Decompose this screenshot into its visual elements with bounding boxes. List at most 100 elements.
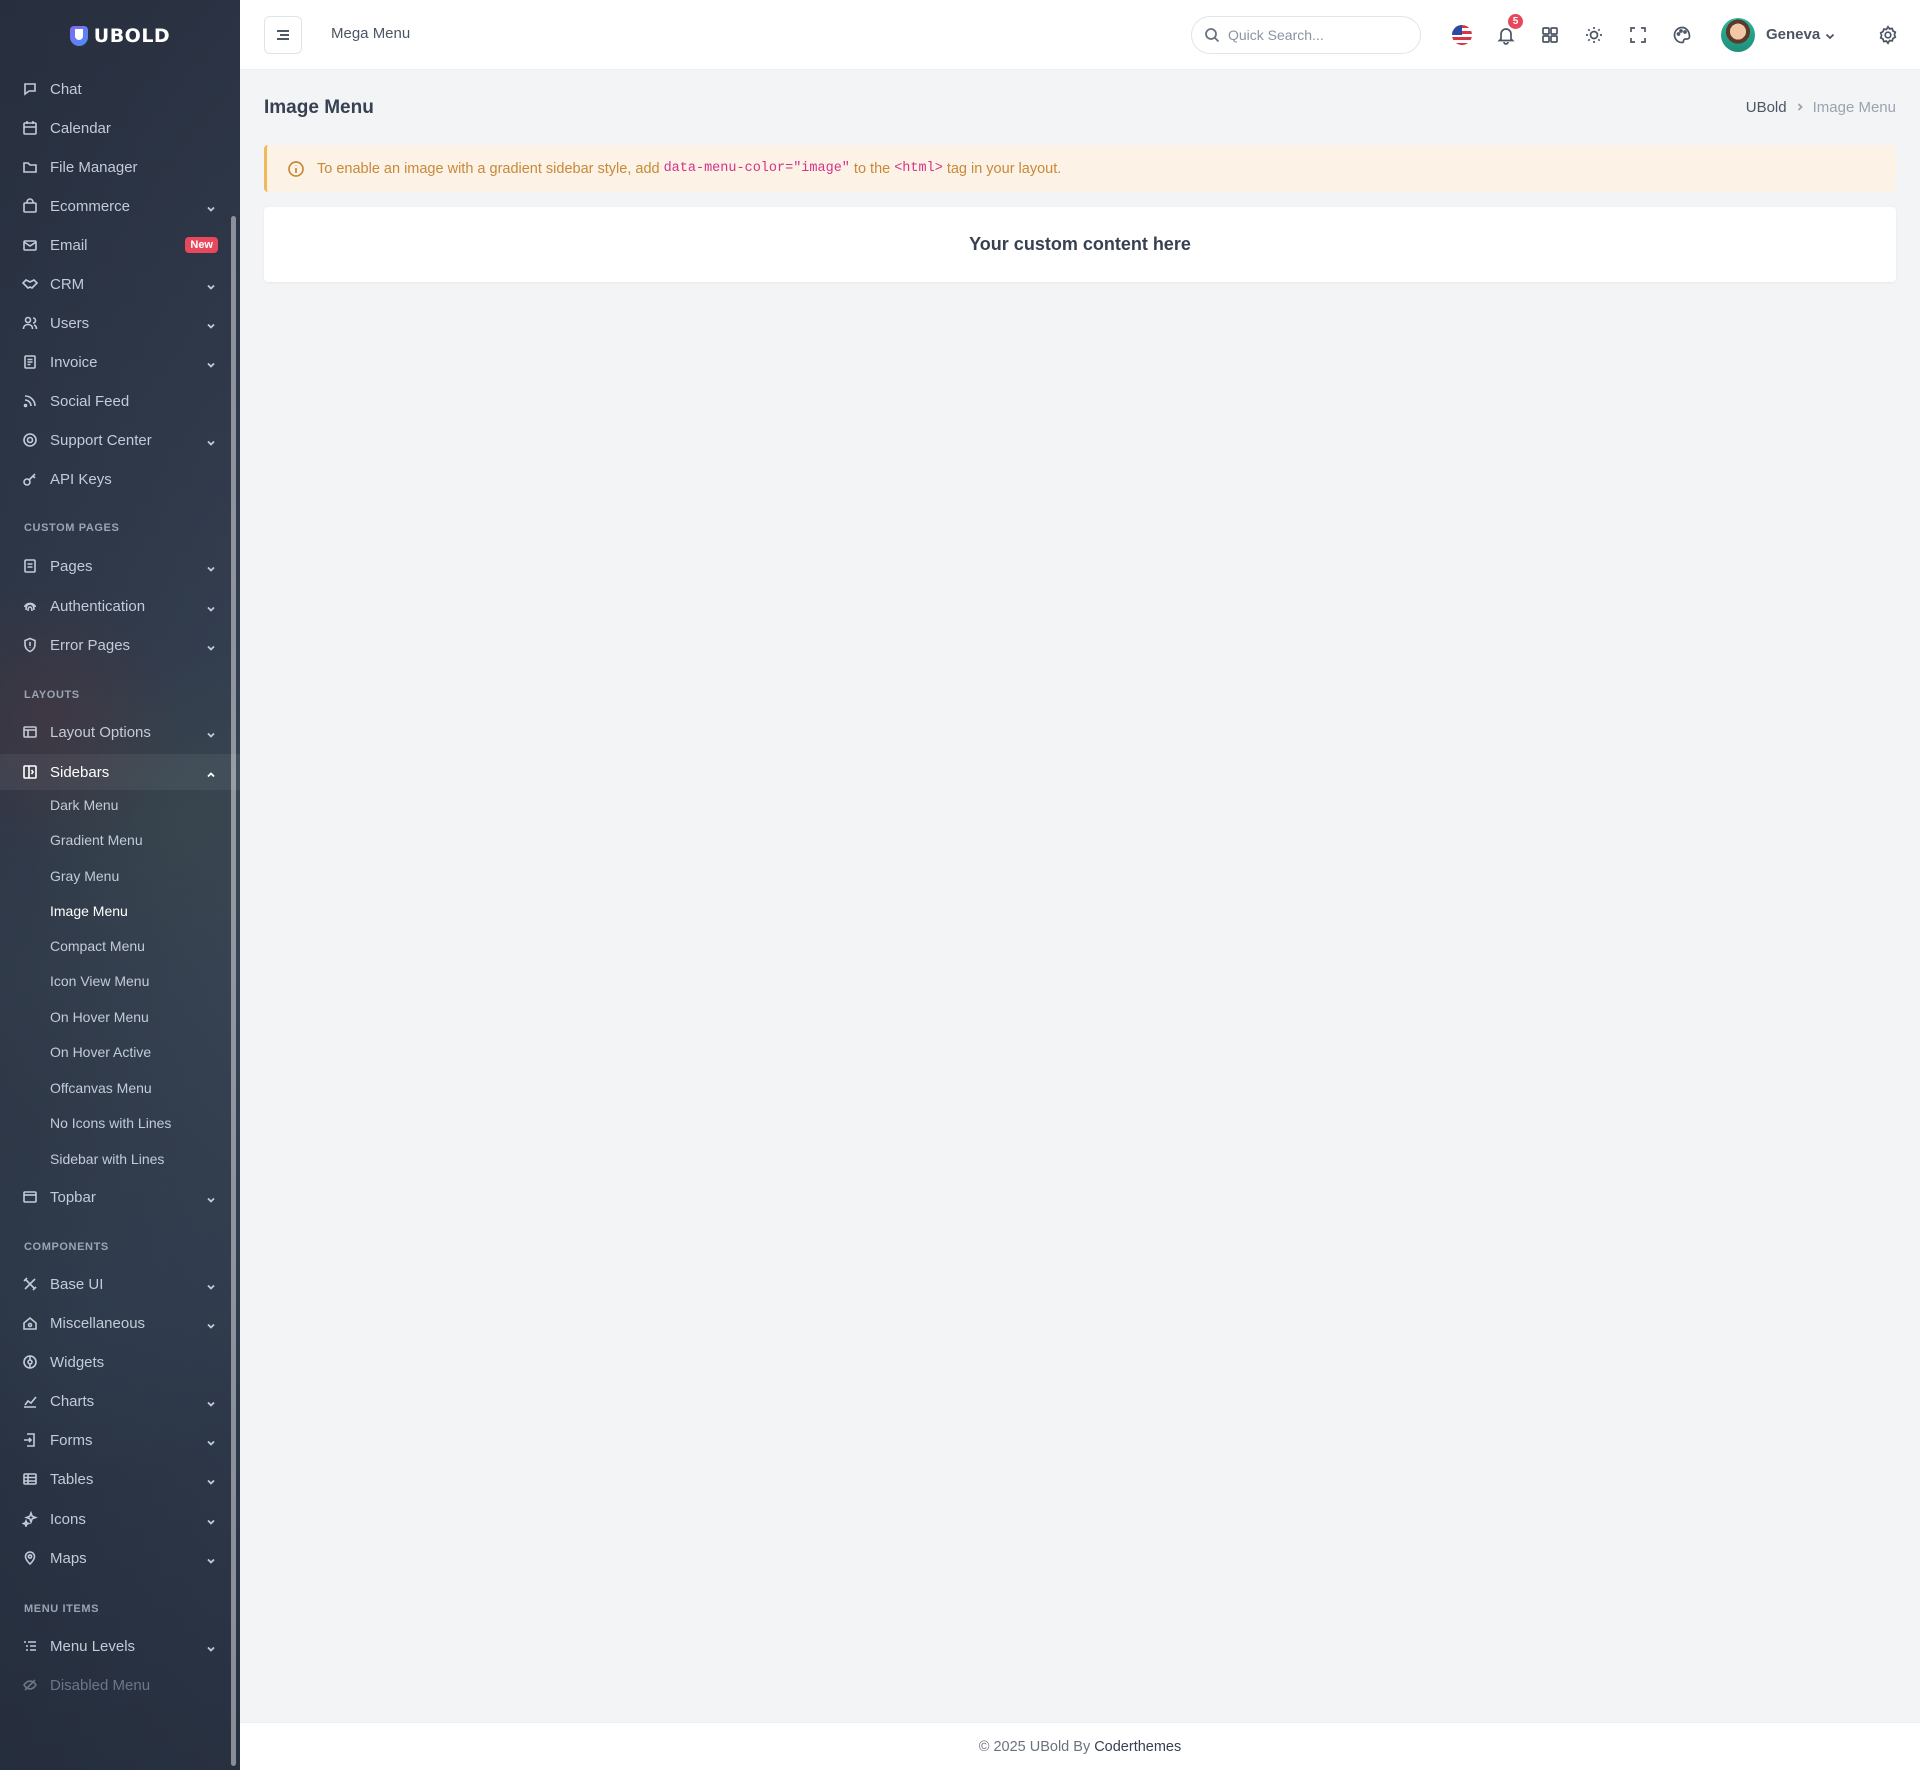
apps-button[interactable] <box>1538 23 1562 47</box>
fingerprint-icon <box>22 598 38 614</box>
sidebar-item-invoice[interactable]: Invoice <box>0 344 240 380</box>
section-title-components: COMPONENTS <box>24 1241 109 1253</box>
sidebar-subitem-on-hover-menu[interactable]: On Hover Menu <box>0 1000 240 1034</box>
notification-count-badge: 5 <box>1508 14 1523 29</box>
sidebar-item-label: Pages <box>50 557 93 575</box>
footer-copyright: © 2025 UBold By <box>978 1738 1091 1755</box>
us-flag-icon[interactable] <box>1452 25 1472 45</box>
mega-menu-link[interactable]: Mega Menu <box>331 25 410 42</box>
hamburger-icon <box>277 30 289 40</box>
sidebar-item-ecommerce[interactable]: Ecommerce <box>0 188 240 224</box>
logo-icon <box>69 26 88 46</box>
sidebar-item-label: CRM <box>50 275 85 293</box>
sidebar-item-label: Error Pages <box>50 636 131 654</box>
chevron-down-icon <box>206 1396 216 1407</box>
sidebar-item-layout-options[interactable]: Layout Options <box>0 714 240 750</box>
sidebar-item-error-pages[interactable]: Error Pages <box>0 627 240 663</box>
chevron-down-icon <box>206 561 216 572</box>
layout-icon <box>22 724 38 740</box>
sidebar-item-icons[interactable]: Icons <box>0 1501 240 1537</box>
sidebar-item-disabled-menu: Disabled Menu <box>0 1667 240 1703</box>
info-alert: To enable an image with a gradient sideb… <box>264 145 1896 192</box>
sidebar-subitem-gray-menu[interactable]: Gray Menu <box>0 859 240 893</box>
sidebar-item-pages[interactable]: Pages <box>0 548 240 584</box>
sidebar-subitem-no-icons-with-lines[interactable]: No Icons with Lines <box>0 1106 240 1140</box>
sidebar-item-label: Calendar <box>50 119 111 137</box>
sidebar-subitem-compact-menu[interactable]: Compact Menu <box>0 929 240 963</box>
alert-code-tag: <html> <box>894 161 943 176</box>
tools-icon <box>22 1276 38 1292</box>
search-input[interactable] <box>1228 27 1398 43</box>
sidebar-subitem-gradient-menu[interactable]: Gradient Menu <box>0 823 240 857</box>
breadcrumb: UBold Image Menu <box>1746 99 1896 116</box>
sidebar-scrollbar[interactable] <box>231 216 236 1766</box>
menu-toggle-button[interactable] <box>264 16 302 54</box>
info-circle-icon <box>288 160 304 177</box>
sidebar-item-charts[interactable]: Charts <box>0 1383 240 1419</box>
brand-logo[interactable]: UBOLD <box>0 22 240 50</box>
sidebar-item-sidebars[interactable]: Sidebars <box>0 754 240 790</box>
sidebar-subitem-dark-menu[interactable]: Dark Menu <box>0 788 240 822</box>
chevron-down-icon <box>206 435 216 446</box>
sidebar-subitem-on-hover-active[interactable]: On Hover Active <box>0 1035 240 1069</box>
sidebar-item-tables[interactable]: Tables <box>0 1461 240 1497</box>
chevron-down-icon <box>206 1279 216 1290</box>
sidebar-item-authentication[interactable]: Authentication <box>0 588 240 624</box>
chevron-down-icon[interactable] <box>1824 29 1836 41</box>
users-icon <box>22 315 38 331</box>
fullscreen-button[interactable] <box>1626 23 1650 47</box>
sidebar-item-label: Tables <box>50 1470 94 1488</box>
sidebar-item-label: Maps <box>50 1549 87 1567</box>
sun-icon <box>1586 27 1602 43</box>
home-icon <box>22 1315 38 1331</box>
sidebar-item-label: Icons <box>50 1510 86 1528</box>
section-title-custom-pages: CUSTOM PAGES <box>24 522 120 534</box>
rss-icon <box>22 393 38 409</box>
user-name[interactable]: Geneva <box>1766 26 1820 43</box>
invoice-icon <box>22 354 38 370</box>
theme-toggle-button[interactable] <box>1582 23 1606 47</box>
sidebar-item-support-center[interactable]: Support Center <box>0 422 240 458</box>
breadcrumb-root[interactable]: UBold <box>1746 99 1787 116</box>
alert-code-attr: data-menu-color="image" <box>663 161 850 176</box>
settings-button[interactable] <box>1876 23 1900 47</box>
quick-search[interactable] <box>1191 16 1421 54</box>
shield-icon <box>22 637 38 653</box>
sidebar-item-menu-levels[interactable]: Menu Levels <box>0 1628 240 1664</box>
sidebar-item-topbar[interactable]: Topbar <box>0 1179 240 1215</box>
sidebar-item-forms[interactable]: Forms <box>0 1422 240 1458</box>
sidebar-subitem-image-menu[interactable]: Image Menu <box>0 894 240 928</box>
sidebar-item-file-manager[interactable]: File Manager <box>0 149 240 185</box>
footer-brand-link[interactable]: Coderthemes <box>1094 1739 1181 1755</box>
sidebar-subitem-icon-view-menu[interactable]: Icon View Menu <box>0 964 240 998</box>
chevron-down-icon <box>206 1553 216 1564</box>
chevron-down-icon <box>206 201 216 212</box>
sidebar-item-miscellaneous[interactable]: Miscellaneous <box>0 1305 240 1341</box>
sidebar-item-base-ui[interactable]: Base UI <box>0 1266 240 1302</box>
palette-icon <box>1673 26 1691 44</box>
sidebar-subitem-sidebar-with-lines[interactable]: Sidebar with Lines <box>0 1142 240 1176</box>
avatar[interactable] <box>1721 18 1755 52</box>
alert-text-before: To enable an image with a gradient sideb… <box>317 160 660 177</box>
sidebar-item-widgets[interactable]: Widgets <box>0 1344 240 1380</box>
card-text: Your custom content here <box>969 234 1191 254</box>
handshake-icon <box>22 276 38 292</box>
sidebar-item-email[interactable]: Email New <box>0 227 240 263</box>
sidebar-item-label: Ecommerce <box>50 197 131 215</box>
sidebar-item-crm[interactable]: CRM <box>0 266 240 302</box>
new-badge: New <box>185 237 218 253</box>
sidebar-item-maps[interactable]: Maps <box>0 1540 240 1576</box>
list-tree-icon <box>22 1638 38 1654</box>
sidebar-item-social-feed[interactable]: Social Feed <box>0 383 240 419</box>
search-icon <box>1205 28 1220 43</box>
sidebar-item-label: File Manager <box>50 158 138 176</box>
sidebar-subitem-offcanvas-menu[interactable]: Offcanvas Menu <box>0 1071 240 1105</box>
topbar: Mega Menu 5 Geneva <box>240 0 1920 70</box>
content-card: Your custom content here <box>264 207 1896 282</box>
sidebar-item-api-keys[interactable]: API Keys <box>0 461 240 497</box>
sidebar-item-users[interactable]: Users <box>0 305 240 341</box>
calendar-icon <box>22 120 38 136</box>
palette-button[interactable] <box>1670 23 1694 47</box>
sidebar-item-chat[interactable]: Chat <box>0 71 240 107</box>
sidebar-item-calendar[interactable]: Calendar <box>0 110 240 146</box>
